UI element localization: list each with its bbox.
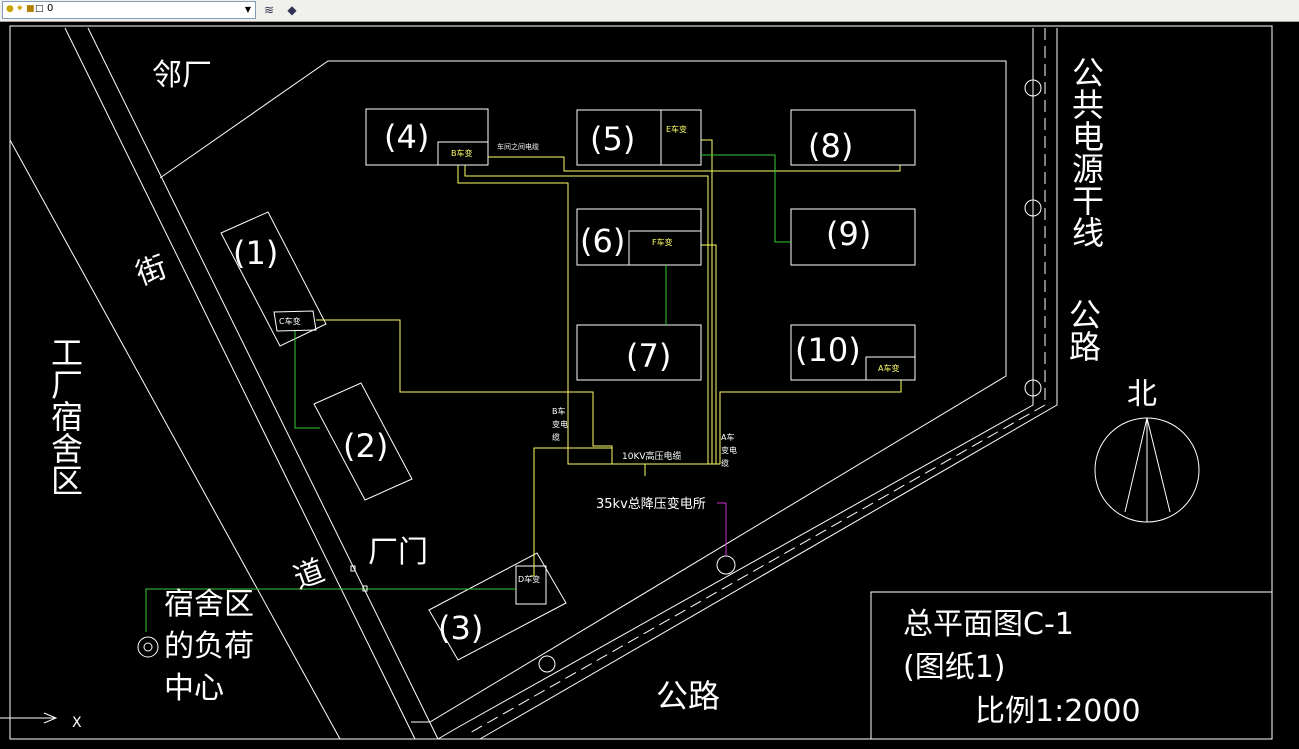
layer-states-icon[interactable]: ◆ [282,1,302,19]
transformer-e-box [660,109,702,166]
building-5-label: (5) [590,120,635,158]
building-8-label: (8) [808,127,853,165]
power-poles [538,79,1042,673]
a-cable-label-2: 变电 [721,445,737,455]
north-label: 北 [1127,377,1157,412]
load-center-inner [143,642,153,652]
ucs-x-label: X [72,715,82,731]
building-9-label: (9) [826,215,871,253]
dorm-load-center-line-3: 中心 [164,671,224,706]
lightbulb-icon[interactable]: ● [6,4,14,15]
building-1 [220,211,327,347]
drawing-canvas[interactable]: 邻厂 街 道 工厂宿舍区 公共电源干线 公路 公路 厂门 北 宿舍区 的负荷 中… [0,22,1299,745]
factory-gate-label: 厂门 [368,535,428,570]
title-block-title: 总平面图C-1 [903,607,1074,642]
ucs-icon [0,712,58,724]
color-square-icon[interactable]: □ [35,4,44,15]
b-cable-label-1: B车 [552,406,566,416]
road-right-label: 公路 [1064,298,1102,362]
transformer-c-label: C车变 [279,316,301,326]
title-block-scale: 比例1:2000 [975,694,1141,729]
transformer-d-label: D车变 [518,574,540,584]
building-3-label: (3) [438,609,483,647]
layer-toolbar: ● ✷ ■ □ 0 ▼ ≋ ◆ [0,0,1299,22]
layer-properties-icon[interactable]: ≋ [259,1,279,19]
dorm-load-center-line-2: 的负荷 [164,629,254,664]
b-cable-label-3: 缆 [552,432,560,442]
road-bottom-label: 公路 [656,677,720,715]
cables-green [145,154,791,632]
site-plan-svg: 邻厂 街 道 工厂宿舍区 公共电源干线 公路 公路 厂门 北 宿舍区 的负荷 中… [0,25,1273,740]
layer-dropdown[interactable]: ● ✷ ■ □ 0 ▼ [2,1,256,19]
building-1-label: (1) [233,234,278,272]
chevron-down-icon[interactable]: ▼ [242,3,254,17]
load-center-outer [137,636,159,658]
building-6-label: (6) [580,222,625,260]
a-cable-label-3: 缆 [721,458,729,468]
transformer-f-box [628,230,702,266]
transformer-e-label: E车变 [666,124,687,134]
street-label-1: 街 [131,249,171,292]
dorm-load-center-line-1: 宿舍区 [164,587,254,622]
building-10-label: (10) [795,331,861,369]
public-power-line-label: 公共电源干线 [1067,56,1105,248]
neighbor-factory-label: 邻厂 [152,58,212,93]
dormitory-label: 工厂宿舍区 [46,336,84,496]
transformer-b-label: B车变 [451,148,473,158]
building-2-label: (2) [343,427,388,465]
transformer-a-label: A车变 [878,363,899,373]
north-arrow [1094,417,1200,523]
substation-label: 35kv总降压变电所 [596,496,706,512]
building-4-label: (4) [384,118,429,156]
street-label-2: 道 [289,553,329,596]
title-block-sheet: (图纸1) [903,650,1006,685]
layer-name: 0 [47,3,54,14]
cable-between-label: 车间之间电缆 [497,142,539,151]
transformer-d-box [515,565,547,605]
lock-icon[interactable]: ■ [26,4,35,15]
building-7-label: (7) [626,337,671,375]
b-cable-label-2: 变电 [552,419,568,429]
transformer-f-label: F车变 [652,237,673,247]
sun-icon[interactable]: ✷ [16,4,24,15]
a-cable-label-1: A车 [721,432,734,442]
cable-10kv-label: 10KV高压电缆 [622,450,682,462]
